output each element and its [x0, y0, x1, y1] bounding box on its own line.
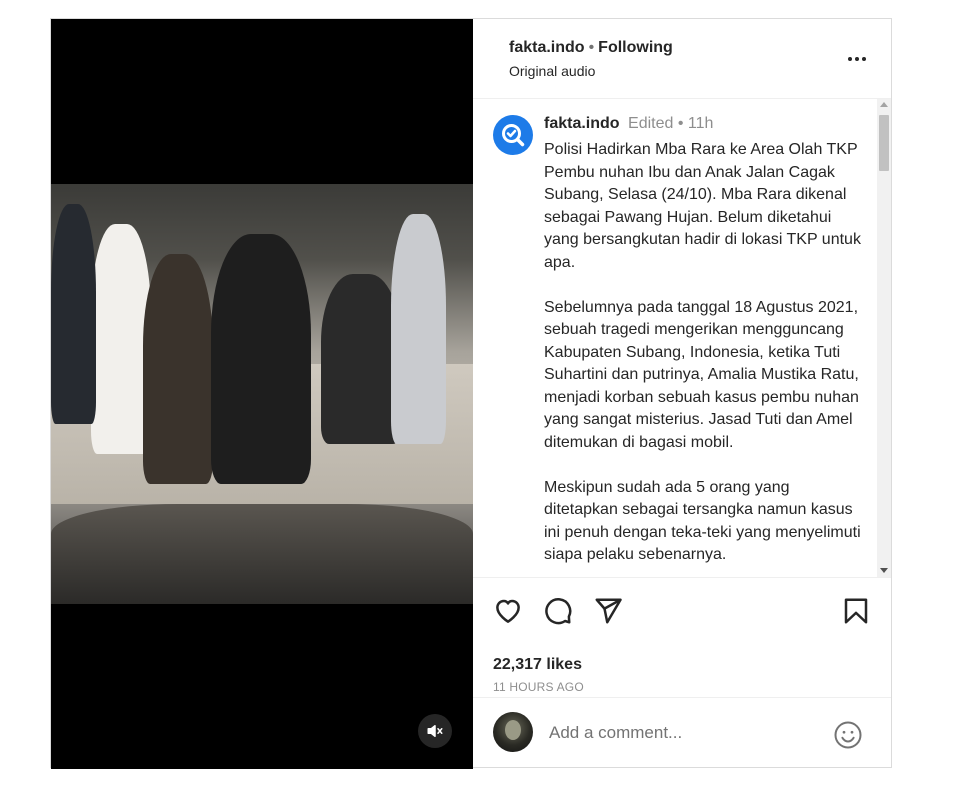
more-horizontal-icon — [848, 57, 866, 61]
like-button[interactable] — [493, 596, 523, 626]
post-timestamp[interactable]: 11 HOURS AGO — [493, 680, 584, 694]
caption-scrollbar[interactable] — [877, 99, 891, 577]
caption-separator: • — [677, 115, 684, 132]
video-frame[interactable] — [51, 184, 473, 604]
scroll-thumb[interactable] — [879, 115, 889, 171]
speaker-muted-icon — [427, 725, 443, 737]
caption-paragraph: Sebelumnya pada tanggal 18 Agustus 2021,… — [544, 298, 859, 451]
caption-header: fakta.indo Edited • 11h — [544, 115, 713, 133]
video-player[interactable] — [51, 19, 473, 769]
edited-label: Edited — [628, 115, 674, 132]
more-options-button[interactable] — [845, 47, 869, 71]
video-figure — [211, 234, 311, 484]
comment-button[interactable] — [543, 596, 573, 626]
likes-count[interactable]: 22,317 likes — [493, 656, 582, 674]
following-button[interactable]: Following — [598, 39, 673, 56]
video-figure — [321, 274, 401, 444]
scroll-up-arrow[interactable] — [880, 102, 888, 107]
caption-paragraph: Meskipun sudah ada 5 orang yang ditetapk… — [544, 478, 861, 564]
comment-input[interactable] — [549, 720, 819, 746]
post-panel: fakta.indo • Following Original audio fakt… — [473, 19, 891, 767]
post-modal: fakta.indo • Following Original audio fakt… — [50, 18, 892, 769]
comment-bar — [473, 697, 891, 768]
emoji-button[interactable] — [833, 720, 863, 750]
heart-icon — [496, 599, 520, 623]
caption-area: fakta.indo Edited • 11h Polisi Hadirkan … — [473, 99, 891, 577]
video-figure — [391, 214, 446, 444]
save-button[interactable] — [841, 596, 871, 626]
header-username[interactable]: fakta.indo — [509, 39, 585, 56]
current-user-avatar — [493, 712, 533, 752]
video-crowd — [51, 504, 473, 604]
magnifier-check-icon — [502, 124, 525, 147]
paper-plane-icon — [595, 598, 622, 624]
video-figure — [51, 204, 96, 424]
caption-paragraph: Polisi Hadirkan Mba Rara ke Area Olah TK… — [544, 141, 861, 271]
comment-bubble-icon — [545, 598, 572, 625]
action-bar: 22,317 likes 11 HOURS AGO — [473, 577, 891, 698]
author-avatar[interactable] — [493, 115, 533, 155]
scroll-down-arrow[interactable] — [880, 568, 888, 573]
emoji-smiley-icon — [834, 721, 862, 749]
video-figure — [143, 254, 213, 484]
bookmark-icon — [844, 598, 868, 624]
share-button[interactable] — [593, 596, 623, 626]
caption-time[interactable]: 11h — [688, 115, 714, 132]
header-separator: • — [588, 39, 595, 56]
audio-link[interactable]: Original audio — [509, 63, 595, 79]
caption-username[interactable]: fakta.indo — [544, 115, 620, 132]
header-title-row: fakta.indo • Following — [509, 39, 673, 57]
avatar-figure — [505, 720, 521, 740]
mute-button[interactable] — [418, 714, 452, 748]
video-figure — [91, 224, 151, 454]
post-header: fakta.indo • Following Original audio — [473, 19, 891, 99]
caption-text: Polisi Hadirkan Mba Rara ke Area Olah TK… — [544, 139, 862, 577]
